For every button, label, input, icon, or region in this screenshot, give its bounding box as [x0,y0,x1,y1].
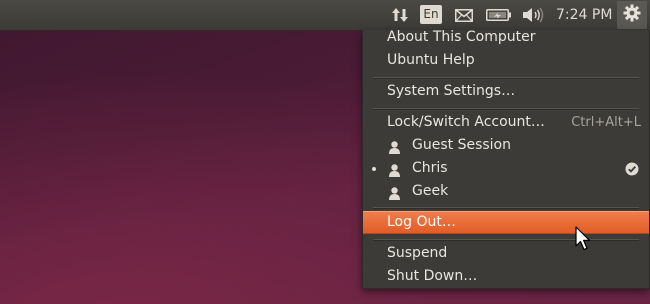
menu-item-suspend[interactable]: Suspend [363,242,649,265]
desktop: En 7:24 PM About This Computer Ubuntu He… [0,0,650,304]
user-name: Guest Session [412,137,511,153]
menu-item-lock-switch[interactable]: Lock/Switch Account… Ctrl+Alt+L [363,111,649,134]
user-name: Chris [412,160,448,176]
menu-item-label: About This Computer [387,29,536,45]
menu-item-user-geek[interactable]: Geek [363,180,649,203]
menu-item-label: Lock/Switch Account… [387,114,545,130]
menu-separator [373,77,639,79]
session-gear-icon [623,4,641,26]
menu-separator [373,207,639,209]
session-menu: About This Computer Ubuntu Help System S… [362,29,650,289]
menu-item-label: Log Out… [387,214,456,230]
menu-item-user-guest[interactable]: Guest Session [363,134,649,157]
user-name: Geek [412,183,449,199]
menu-item-label: Suspend [387,245,448,261]
menu-item-user-chris[interactable]: Chris [363,157,649,180]
menu-item-log-out[interactable]: Log Out… [363,211,649,234]
keyboard-language-icon[interactable]: En [420,5,442,24]
mouse-pointer-icon [575,226,591,256]
user-icon [389,185,400,208]
menu-separator [373,108,639,110]
menu-separator [373,239,639,241]
session-menu-button[interactable] [617,1,647,29]
shortcut-label: Ctrl+Alt+L [571,115,641,130]
menu-item-system-settings[interactable]: System Settings… [363,80,649,103]
menu-item-label: Shut Down… [387,268,478,284]
menu-item-about[interactable]: About This Computer [363,26,649,49]
menu-item-label: System Settings… [387,83,516,99]
menu-item-shut-down[interactable]: Shut Down… [363,265,649,288]
current-user-dot-icon [372,167,376,171]
menu-item-label: Ubuntu Help [387,52,475,68]
menu-item-help[interactable]: Ubuntu Help [363,49,649,72]
